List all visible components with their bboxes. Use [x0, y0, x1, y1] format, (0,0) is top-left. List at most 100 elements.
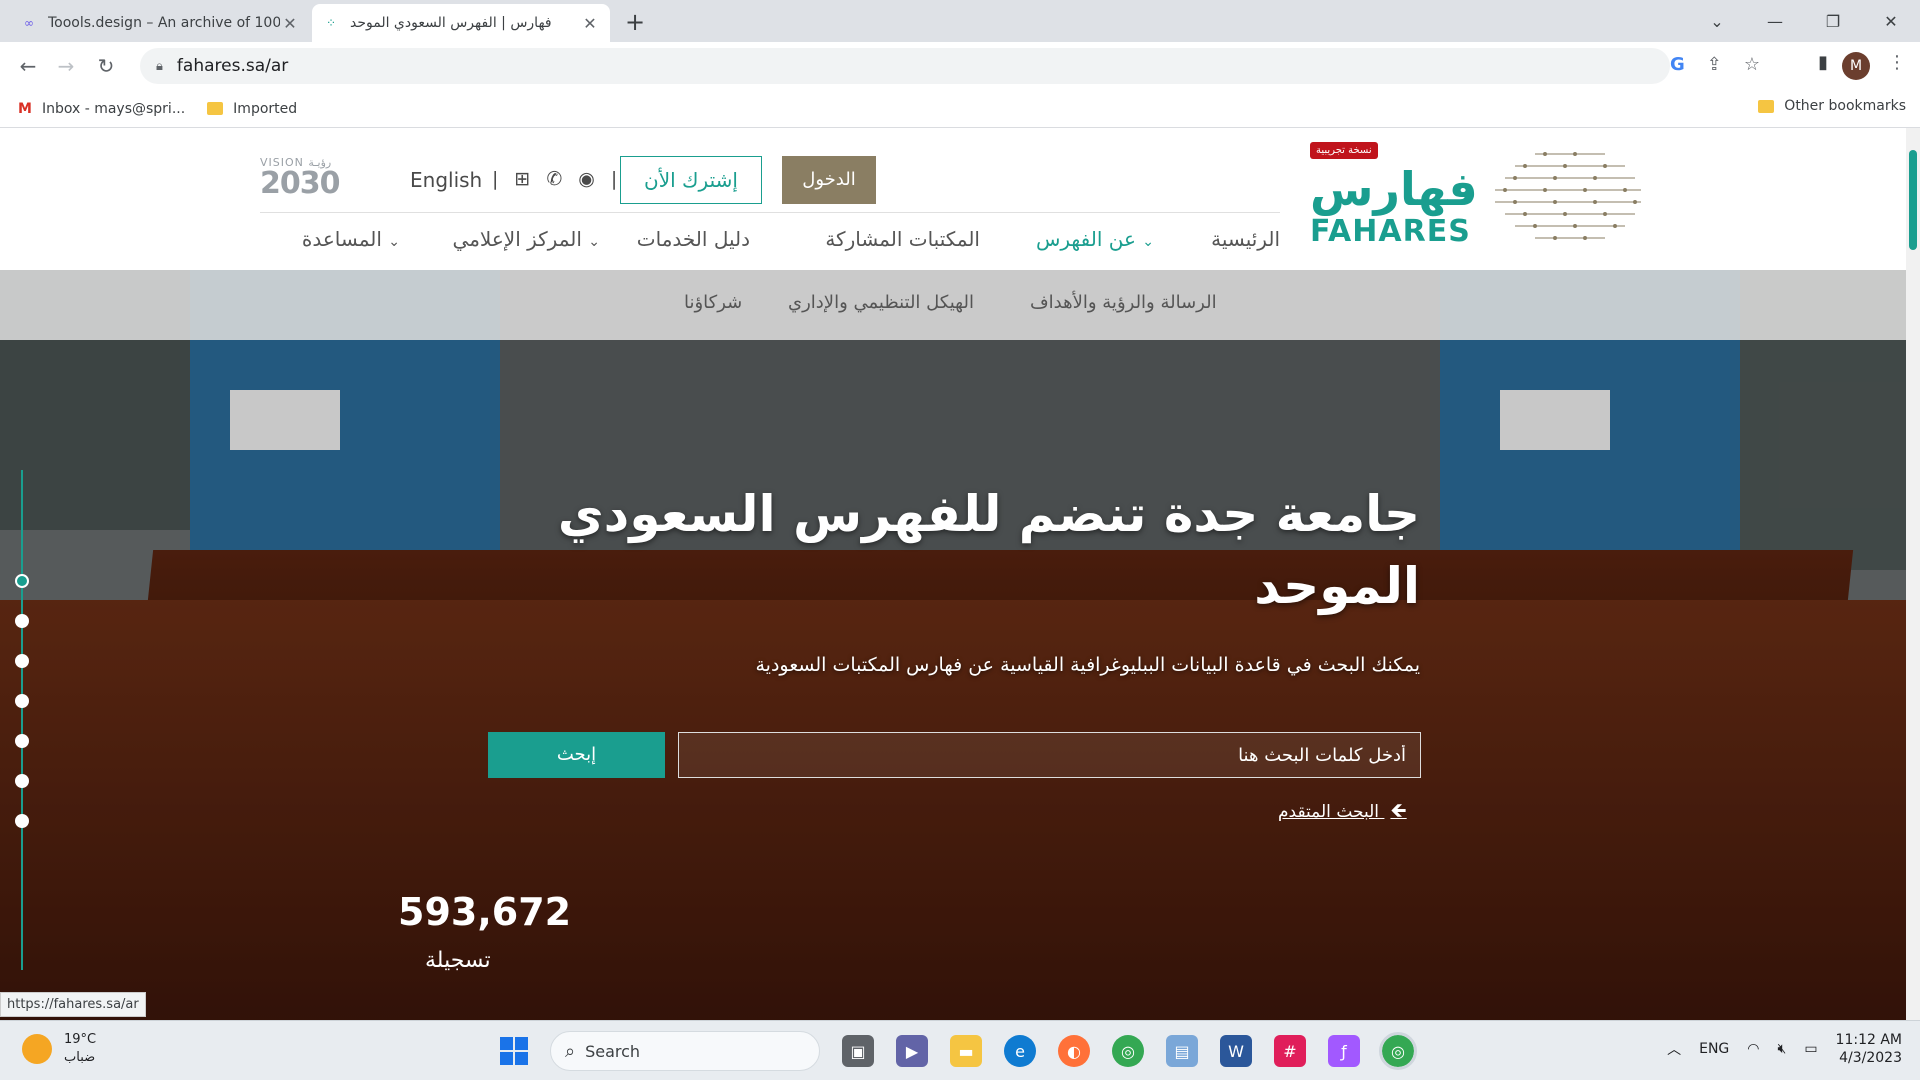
- chrome-icon[interactable]: ◎: [1112, 1035, 1144, 1067]
- language-switch[interactable]: English: [410, 168, 482, 192]
- share-icon[interactable]: ⇪: [1707, 54, 1722, 75]
- advanced-search-link[interactable]: 🡸 البحث المتقدم: [1278, 796, 1407, 830]
- fahares-favicon-icon: ⁘: [325, 16, 337, 30]
- wifi-icon[interactable]: ◠: [1747, 1041, 1759, 1057]
- chevron-down-icon: ⌄: [588, 234, 600, 250]
- task-view-icon[interactable]: ▣: [842, 1035, 874, 1067]
- scrollbar-thumb[interactable]: [1909, 150, 1917, 250]
- subscribe-button[interactable]: إشترك الأن: [620, 156, 762, 204]
- menu-kebab-icon[interactable]: ⋮: [1888, 52, 1906, 73]
- tab-title: Toools.design – An archive of 100: [48, 15, 280, 31]
- fahares-logo[interactable]: فهارس FAHARES: [1310, 144, 1650, 254]
- forward-icon[interactable]: →: [52, 52, 80, 80]
- other-bookmarks[interactable]: Other bookmarks: [1758, 98, 1906, 114]
- tab-toools[interactable]: ∞ Toools.design – An archive of 100 ✕: [10, 4, 310, 42]
- slider-dot[interactable]: [15, 774, 29, 788]
- maximize-button[interactable]: ❐: [1804, 0, 1862, 42]
- link-status-bar: https://fahares.sa/ar: [0, 992, 146, 1017]
- slider-dot[interactable]: [15, 654, 29, 668]
- submenu-structure[interactable]: الهيكل التنظيمي والإداري: [788, 292, 974, 313]
- separator: |: [492, 168, 499, 190]
- bookmark-imported[interactable]: Imported: [207, 101, 297, 117]
- slider-dot[interactable]: [15, 574, 29, 588]
- beta-badge: نسخة تجريبية: [1310, 142, 1378, 159]
- clock[interactable]: 11:12 AM 4/3/2023: [1836, 1031, 1902, 1067]
- photos-icon[interactable]: ▤: [1166, 1035, 1198, 1067]
- submenu-partners[interactable]: شركاؤنا: [684, 292, 742, 313]
- other-bookmarks-label: Other bookmarks: [1784, 98, 1906, 114]
- minimize-button[interactable]: —: [1746, 0, 1804, 42]
- bookmark-inbox[interactable]: M Inbox - mays@spri...: [18, 101, 185, 117]
- teams-icon[interactable]: ▶: [896, 1035, 928, 1067]
- nav-home[interactable]: الرئيسية: [1211, 227, 1280, 251]
- slider-dots: [15, 574, 29, 854]
- search-form: إبحث: [488, 732, 1421, 780]
- weather-fog-icon: [22, 1034, 52, 1064]
- search-button[interactable]: إبحث: [488, 732, 665, 778]
- slider-dot[interactable]: [15, 694, 29, 708]
- lock-icon: 🔒︎: [156, 58, 163, 74]
- close-icon[interactable]: ✕: [280, 14, 300, 33]
- new-tab-button[interactable]: +: [620, 8, 650, 38]
- submenu-mission[interactable]: الرسالة والرؤية والأهداف: [1030, 292, 1217, 313]
- windows-taskbar: 19°C ضباب ⌕ Search ▣ ▶ ▬ e ◐ ◎ ▤ W # ƒ ◎…: [0, 1020, 1920, 1080]
- nav-help[interactable]: المساعدة ⌄: [302, 227, 400, 251]
- utility-icons: | ⊞ ✆ ◉ |: [492, 168, 617, 190]
- accessibility-eye-icon[interactable]: ◉: [578, 168, 595, 190]
- bookmark-label: Imported: [233, 100, 298, 117]
- hero-background-image: [0, 270, 1906, 1020]
- taskbar-search[interactable]: ⌕ Search: [550, 1031, 820, 1071]
- chevron-up-icon[interactable]: ︿: [1667, 1039, 1681, 1059]
- firefox-icon[interactable]: ◐: [1058, 1035, 1090, 1067]
- tab-fahares[interactable]: ⁘ فهارس | الفهرس السعودي الموحد ✕: [312, 4, 610, 42]
- page-scrollbar[interactable]: [1906, 128, 1920, 1020]
- sidepanel-icon[interactable]: ▮: [1818, 52, 1828, 73]
- bookmark-star-icon[interactable]: ☆: [1744, 54, 1760, 75]
- login-button[interactable]: الدخول: [782, 156, 876, 204]
- avatar[interactable]: M: [1842, 52, 1870, 80]
- url-input[interactable]: 🔒︎ fahares.sa/ar: [140, 48, 1670, 84]
- logo-dots-icon: [1495, 152, 1641, 240]
- chrome-active-icon[interactable]: ◎: [1379, 1032, 1417, 1070]
- folder-icon: [207, 102, 224, 115]
- site-header: فهارس FAHARES نسخة تجريبية VISION رؤيـة …: [0, 128, 1906, 270]
- input-language[interactable]: ENG: [1699, 1041, 1729, 1057]
- chevron-down-icon: ⌄: [1142, 234, 1154, 250]
- slider-dot[interactable]: [15, 734, 29, 748]
- bookmark-label: Inbox - mays@spri...: [41, 100, 186, 117]
- sitemap-icon[interactable]: ⊞: [514, 168, 530, 190]
- back-icon[interactable]: ←: [14, 52, 42, 80]
- nav-about-label: عن الفهرس: [1035, 227, 1136, 251]
- google-icon[interactable]: G: [1670, 54, 1685, 75]
- logo-english: FAHARES: [1310, 214, 1471, 249]
- word-icon[interactable]: W: [1220, 1035, 1252, 1067]
- windows-start-icon[interactable]: [500, 1037, 528, 1065]
- nav-services[interactable]: دليل الخدمات: [637, 227, 750, 251]
- nav-media[interactable]: المركز الإعلامي ⌄: [453, 227, 600, 251]
- hero-subtitle: يمكنك البحث في قاعدة البيانات الببليوغرا…: [755, 654, 1420, 676]
- reload-icon[interactable]: ↻: [92, 52, 120, 80]
- file-explorer-icon[interactable]: ▬: [950, 1035, 982, 1067]
- slider-dot[interactable]: [15, 814, 29, 828]
- figma-icon[interactable]: ƒ: [1328, 1035, 1360, 1067]
- tab-search-icon[interactable]: ⌄: [1688, 0, 1746, 42]
- close-window-button[interactable]: ✕: [1862, 0, 1920, 42]
- tab-title: فهارس | الفهرس السعودي الموحد: [350, 15, 552, 31]
- phone-icon[interactable]: ✆: [546, 168, 562, 190]
- nav-about[interactable]: عن الفهرس ⌄: [1036, 227, 1154, 251]
- weather-widget[interactable]: 19°C ضباب: [22, 1031, 96, 1067]
- advanced-search-label: البحث المتقدم: [1278, 802, 1380, 822]
- battery-icon[interactable]: ▭: [1804, 1041, 1817, 1057]
- volume-muted-icon[interactable]: 🔇︎: [1777, 1041, 1786, 1057]
- url-text: fahares.sa/ar: [176, 56, 289, 76]
- date: 4/3/2023: [1839, 1050, 1902, 1066]
- edge-icon[interactable]: e: [1004, 1035, 1036, 1067]
- slack-icon[interactable]: #: [1274, 1035, 1306, 1067]
- nav-help-label: المساعدة: [301, 227, 382, 251]
- search-input[interactable]: [678, 732, 1421, 778]
- close-icon[interactable]: ✕: [580, 14, 600, 33]
- nav-libraries[interactable]: المكتبات المشاركة: [825, 227, 980, 251]
- chevron-down-icon: ⌄: [388, 234, 400, 250]
- omnibox-actions: G ⇪ ☆: [1670, 54, 1760, 75]
- slider-dot[interactable]: [15, 614, 29, 628]
